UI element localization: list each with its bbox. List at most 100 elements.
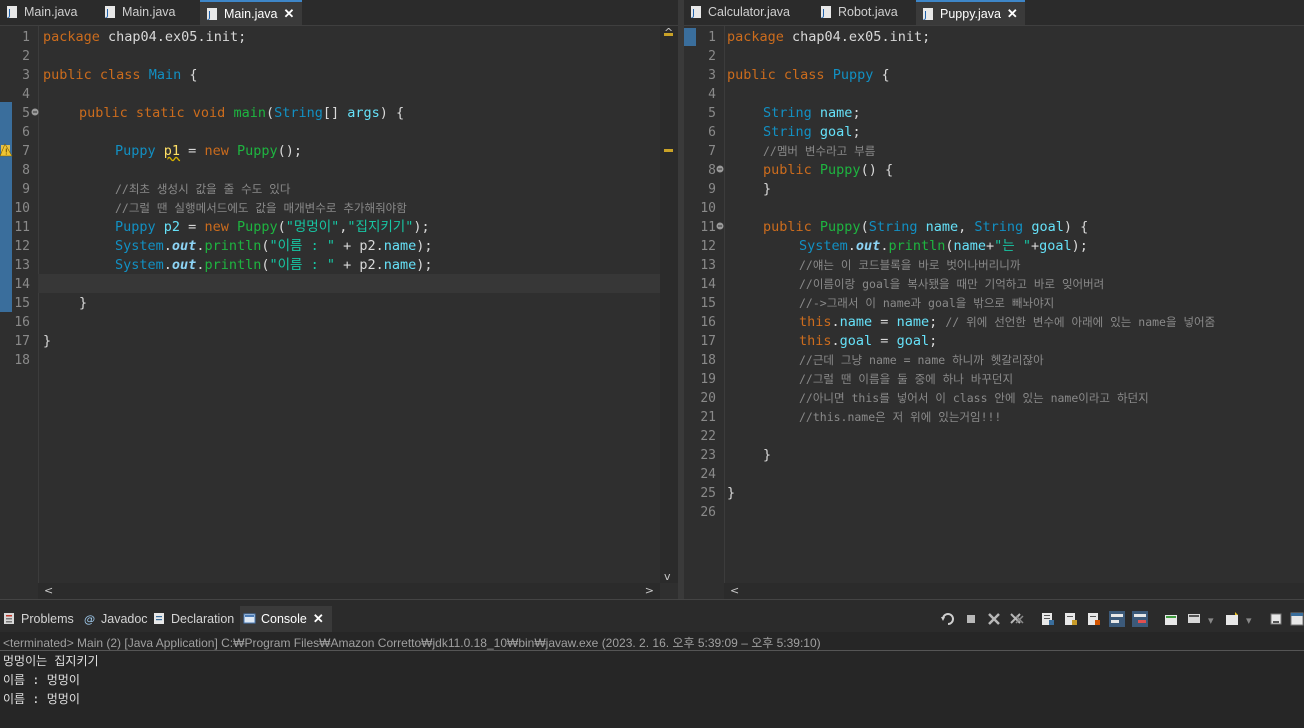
- overview-ruler-warning[interactable]: [664, 149, 673, 152]
- line-number: 8: [22, 163, 30, 178]
- svg-text:J: J: [923, 10, 927, 21]
- console-output-line: 이름 : 멍멍이: [3, 692, 80, 706]
- change-marker: [0, 102, 12, 312]
- line-number: 12: [700, 239, 716, 254]
- code-area[interactable]: package chap04.ex05.init; public class P…: [727, 26, 1304, 583]
- code-line: //멤버 변수라고 부름: [763, 144, 876, 158]
- clear-console-icon[interactable]: [1132, 611, 1148, 627]
- code-line: Puppy p1 = new Puppy();: [115, 143, 302, 159]
- line-number: 18: [14, 353, 30, 368]
- tab-main-java-active[interactable]: J Main.java ✕: [200, 0, 302, 25]
- code-line: //아니면 this를 넣어서 이 class 안에 있는 name이라고 하던…: [799, 391, 1149, 405]
- line-number: 7: [708, 144, 716, 159]
- chevron-down-icon[interactable]: ▾: [1246, 614, 1252, 627]
- tab-label: Calculator.java: [708, 5, 790, 19]
- line-number: 14: [700, 277, 716, 292]
- chevron-down-icon[interactable]: ▾: [1208, 614, 1214, 627]
- maximize-icon[interactable]: [1289, 611, 1304, 627]
- declaration-icon: [154, 613, 164, 625]
- fold-collapse-icon[interactable]: [716, 222, 724, 230]
- pin-icon[interactable]: [940, 611, 956, 627]
- right-editor-tabbar: J Calculator.java J Robot.java J Puppy.java…: [684, 0, 1304, 26]
- java-file-icon: J: [923, 7, 933, 21]
- remove-all-terminated-icon[interactable]: [1009, 611, 1025, 627]
- tab-main-java-1[interactable]: J Main.java: [0, 0, 95, 25]
- terminate-icon[interactable]: [963, 611, 979, 627]
- code-line: public Puppy(String name, String goal) {: [763, 219, 1089, 235]
- overview-ruler-marker[interactable]: [664, 33, 673, 36]
- code-line: //->그래서 이 name과 goal을 밖으로 빼놔야지: [799, 296, 1055, 310]
- right-editor-pane: J Calculator.java J Robot.java J Puppy.java…: [684, 0, 1304, 599]
- line-number: 3: [22, 68, 30, 83]
- close-icon[interactable]: ✕: [1007, 6, 1018, 21]
- line-number: 12: [14, 239, 30, 254]
- left-editor-pane: J Main.java J Main.java J Main.java ✕ ! 1 2 …: [0, 0, 678, 599]
- line-number: 13: [700, 258, 716, 273]
- show-on-stderr-icon[interactable]: [1109, 611, 1125, 627]
- tab-console-active[interactable]: Console ✕: [240, 606, 332, 632]
- line-number: 10: [700, 201, 716, 216]
- tab-calculator-java[interactable]: J Calculator.java: [684, 0, 810, 25]
- tab-problems[interactable]: Problems: [0, 606, 80, 632]
- scroll-right-icon[interactable]: >: [645, 584, 654, 597]
- line-number: 7: [22, 144, 30, 159]
- console-output-area[interactable]: <terminated> Main (2) [Java Application]…: [0, 632, 1304, 728]
- close-icon[interactable]: ✕: [313, 611, 324, 626]
- line-number: 17: [700, 334, 716, 349]
- code-line: Puppy p2 = new Puppy("멍멍이","집지키기");: [115, 219, 430, 235]
- svg-text:J: J: [821, 8, 825, 19]
- line-number: 21: [700, 410, 716, 425]
- left-code-editor[interactable]: ! 1 2 3 4 5 6 7 8 9 10 11 12 13 14 15 16…: [0, 26, 678, 599]
- display-selected-console-icon[interactable]: [1186, 611, 1202, 627]
- right-code-editor[interactable]: 1 2 3 4 5 6 7 8 9 10 11 12 13 14 15 16 1…: [684, 26, 1304, 599]
- vertical-scrollbar[interactable]: ^ v: [660, 26, 678, 583]
- tab-label: Robot.java: [838, 5, 898, 19]
- code-line: String goal;: [763, 124, 861, 140]
- line-number: 6: [22, 125, 30, 140]
- tab-label: Main.java: [24, 5, 78, 19]
- code-line: package chap04.ex05.init;: [727, 29, 931, 45]
- code-line: this.name = name; // 위에 선언한 변수에 아래에 있는 n…: [799, 314, 1216, 330]
- remove-launch-icon[interactable]: [986, 611, 1002, 627]
- word-wrap-icon[interactable]: [1063, 611, 1079, 627]
- svg-text:!: !: [5, 148, 8, 157]
- line-number: 1: [22, 30, 30, 45]
- line-number: 3: [708, 68, 716, 83]
- close-icon[interactable]: ✕: [284, 6, 295, 21]
- svg-text:J: J: [105, 8, 109, 19]
- line-number-gutter: 1 2 3 4 5 6 7 8 9 10 11 12 13 14 15 16 1…: [684, 26, 725, 583]
- tab-main-java-2[interactable]: J Main.java: [98, 0, 198, 25]
- tab-javadoc[interactable]: @ Javadoc: [80, 606, 150, 632]
- code-area[interactable]: package chap04.ex05.init; public class M…: [43, 26, 660, 583]
- tab-puppy-java-active[interactable]: J Puppy.java ✕: [916, 0, 1025, 25]
- open-console-icon[interactable]: [1163, 611, 1179, 627]
- scroll-left-icon[interactable]: <: [44, 584, 53, 597]
- minimize-icon[interactable]: [1268, 611, 1284, 627]
- line-number: 5: [22, 106, 30, 121]
- tab-declaration[interactable]: Declaration: [150, 606, 238, 632]
- code-line: //그럴 땐 이름을 둘 중에 하나 바꾸던지: [799, 372, 1014, 386]
- tab-robot-java[interactable]: J Robot.java: [814, 0, 914, 25]
- java-file-icon: J: [691, 5, 701, 19]
- code-line: //this.name은 저 위에 있는거임!!!: [799, 410, 1002, 424]
- code-line: }: [763, 447, 772, 463]
- line-number: 18: [700, 353, 716, 368]
- scroll-down-icon[interactable]: v: [664, 570, 671, 583]
- scroll-left-icon[interactable]: <: [730, 584, 739, 597]
- scroll-lock-icon[interactable]: [1040, 611, 1056, 627]
- line-number: 2: [22, 49, 30, 64]
- code-line: }: [763, 181, 772, 197]
- horizontal-scrollbar[interactable]: < >: [38, 583, 660, 599]
- line-number: 25: [700, 486, 716, 501]
- new-console-icon[interactable]: [1224, 611, 1240, 627]
- fold-collapse-icon[interactable]: [716, 165, 724, 173]
- horizontal-scrollbar[interactable]: <: [724, 583, 1304, 599]
- console-icon: [243, 613, 256, 624]
- svg-text:@: @: [84, 613, 95, 625]
- fold-collapse-icon[interactable]: [31, 108, 39, 116]
- show-on-stdout-icon[interactable]: [1086, 611, 1102, 627]
- line-number: 11: [14, 220, 30, 235]
- line-number: 19: [700, 372, 716, 387]
- problems-icon: [4, 613, 14, 625]
- warning-icon[interactable]: !: [0, 142, 14, 158]
